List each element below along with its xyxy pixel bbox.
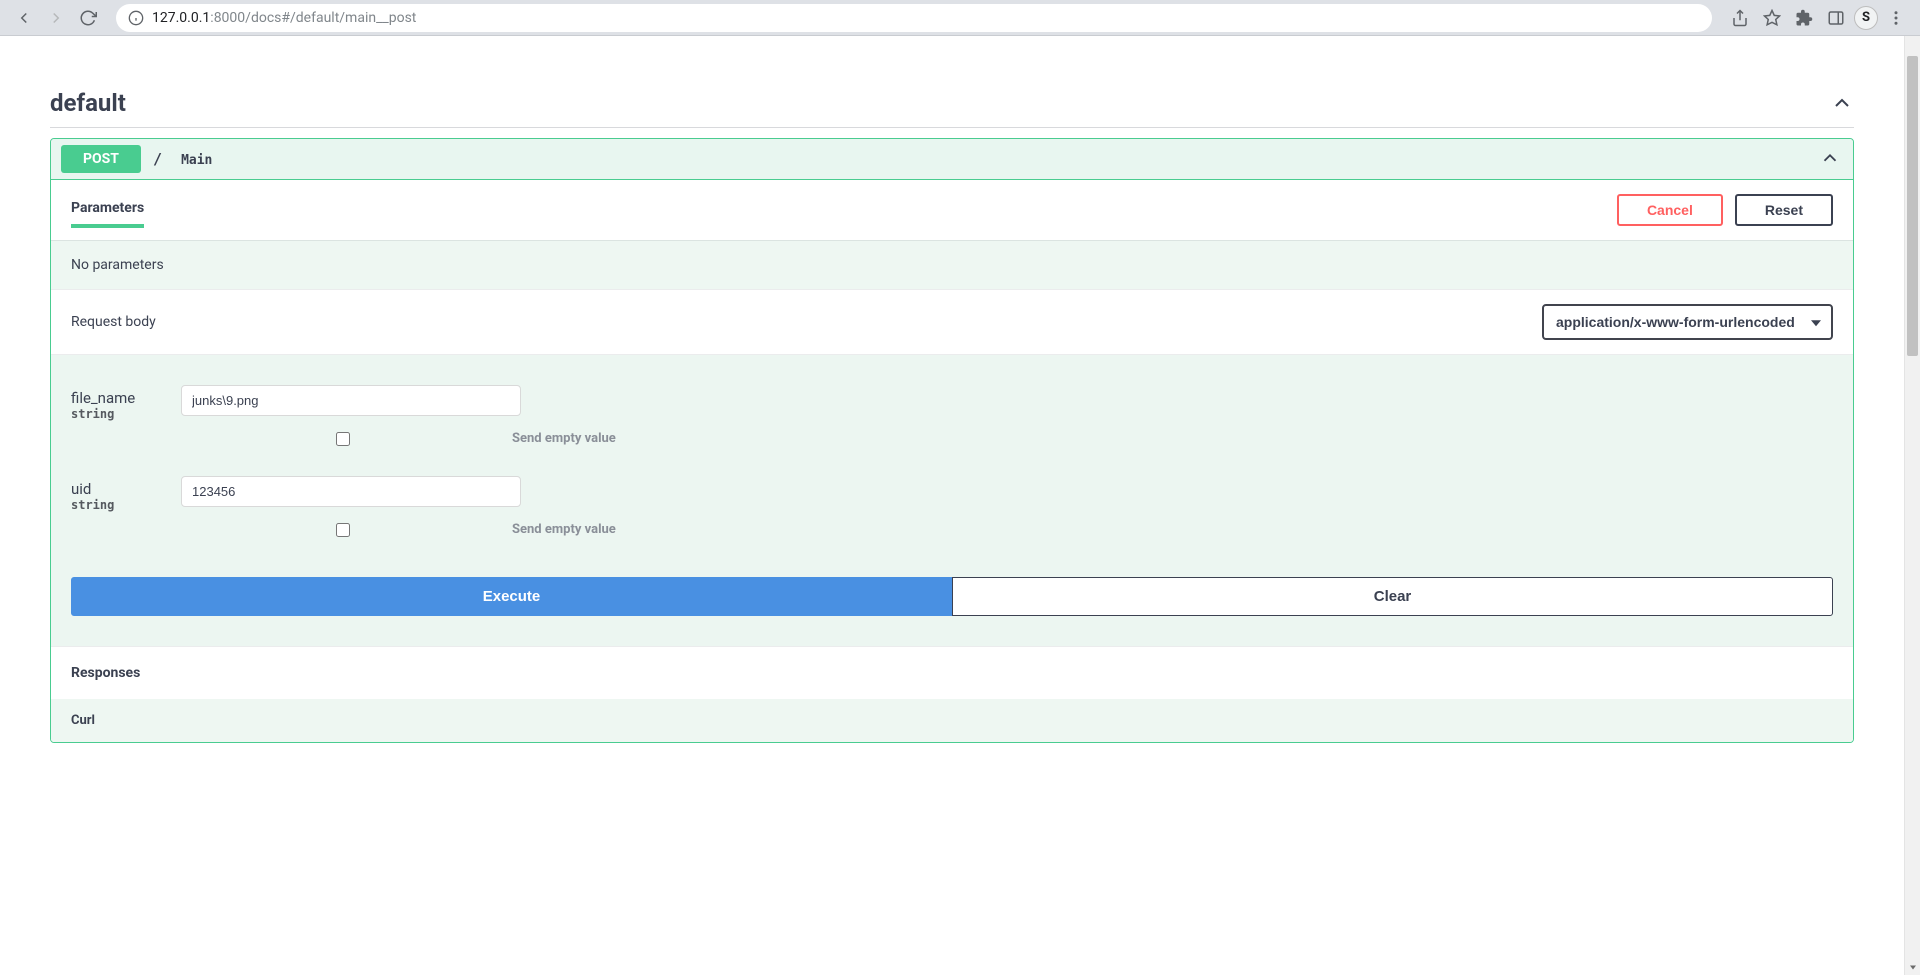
send-empty-checkbox[interactable] [336,523,350,537]
profile-initial: S [1862,10,1870,25]
file-name-input[interactable] [181,385,521,416]
content-type-select[interactable]: application/x-www-form-urlencoded [1542,304,1833,340]
extensions-icon[interactable] [1790,4,1818,32]
parameters-header: Parameters Cancel Reset [51,180,1853,228]
send-empty-checkbox[interactable] [336,432,350,446]
param-row-uid: uid string [71,476,1833,512]
chevron-up-icon [1830,91,1854,115]
page-viewport: /openapi.json default POST / Main Para [0,36,1920,975]
reset-button[interactable]: Reset [1735,194,1833,226]
reload-button[interactable] [74,4,102,32]
tag-name: default [50,89,126,117]
request-body-form: file_name string Send empty value u [51,355,1853,646]
browser-toolbar: 127.0.0.1:8000/docs#/default/main__post … [0,0,1920,36]
chevron-up-icon [1819,147,1843,171]
uid-input[interactable] [181,476,521,507]
profile-avatar[interactable]: S [1854,6,1878,30]
param-row-file-name: file_name string [71,385,1833,421]
responses-header: Responses [51,646,1853,699]
operation-path: / Main [153,150,212,168]
site-info-icon[interactable] [128,10,144,26]
curl-header: Curl [51,699,1853,742]
address-bar[interactable]: 127.0.0.1:8000/docs#/default/main__post [116,4,1712,32]
send-empty-label: Send empty value [512,522,616,537]
side-panel-icon[interactable] [1822,4,1850,32]
parameters-tab[interactable]: Parameters [71,192,144,228]
http-method-badge: POST [61,145,141,173]
vertical-scrollbar[interactable] [1904,36,1920,975]
execute-button[interactable]: Execute [71,577,952,616]
no-parameters-message: No parameters [51,240,1853,289]
cancel-button[interactable]: Cancel [1617,194,1723,226]
scrollbar-thumb[interactable] [1907,56,1918,356]
share-icon[interactable] [1726,4,1754,32]
forward-button[interactable] [42,4,70,32]
clear-button[interactable]: Clear [952,577,1833,616]
send-empty-row: Send empty value [336,431,1833,446]
param-type: string [71,498,161,512]
scroll-down-arrow-icon[interactable] [1905,959,1920,975]
request-body-header: Request body application/x-www-form-urle… [51,289,1853,355]
param-type: string [71,407,161,421]
kebab-menu-icon[interactable] [1882,4,1910,32]
send-empty-row: Send empty value [336,522,1833,537]
param-name: uid [71,480,161,498]
send-empty-label: Send empty value [512,431,616,446]
operation-summary[interactable]: POST / Main [51,139,1853,180]
operation-block: POST / Main Parameters Cancel Reset [50,138,1854,743]
bookmark-star-icon[interactable] [1758,4,1786,32]
param-name: file_name [71,389,161,407]
url-text: 127.0.0.1:8000/docs#/default/main__post [152,10,416,26]
request-body-label: Request body [71,314,156,330]
back-button[interactable] [10,4,38,32]
tag-section-header[interactable]: default [50,79,1854,128]
